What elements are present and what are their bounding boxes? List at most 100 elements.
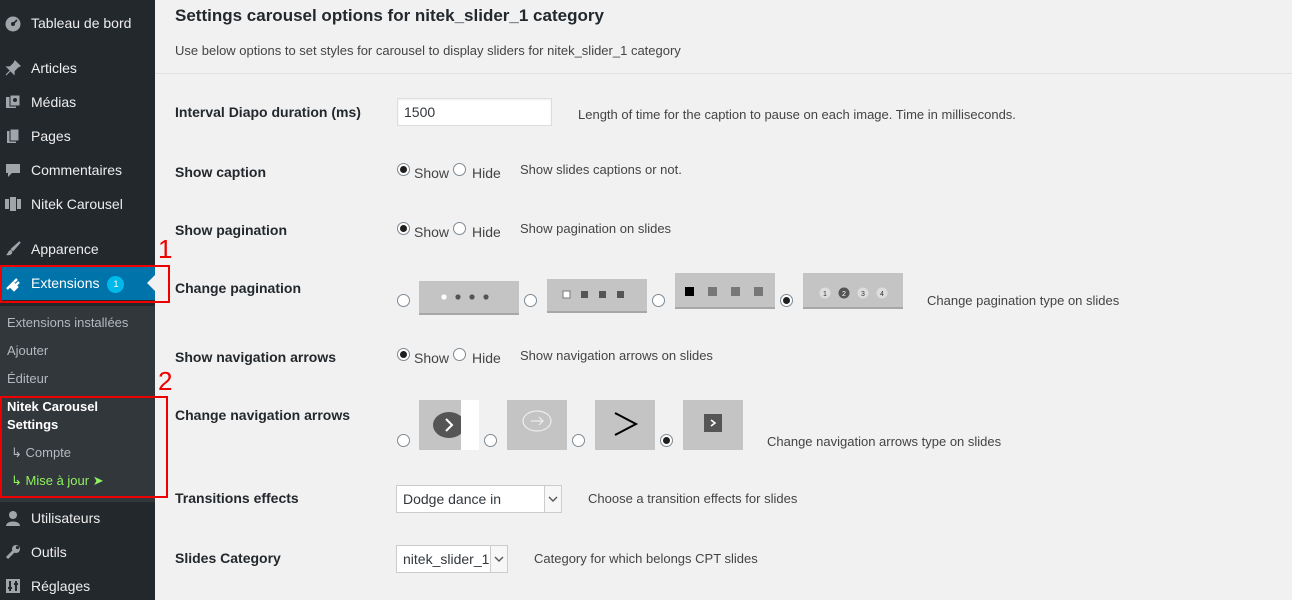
interval-label: Interval Diapo duration (ms) [175, 104, 361, 120]
menu-medias[interactable]: Médias [0, 85, 155, 119]
submenu-extensions-installees[interactable]: Extensions installées [7, 315, 128, 330]
submenu-ajouter[interactable]: Ajouter [7, 343, 48, 358]
menu-pages[interactable]: Pages [0, 119, 155, 153]
divider [155, 73, 1292, 74]
pagination-number-1: 1 [823, 291, 827, 298]
transitions-label: Transitions effects [175, 490, 299, 506]
menu-label: Nitek Carousel [31, 196, 123, 212]
transitions-select[interactable]: Dodge dance in [396, 485, 562, 513]
brush-icon [4, 240, 22, 258]
users-icon [4, 509, 22, 527]
interval-input[interactable]: 1500 [397, 98, 552, 126]
extensions-submenu: Extensions installées Ajouter Éditeur Ni… [0, 306, 155, 502]
pagination-numbers-svg: 1 2 3 4 [819, 287, 888, 299]
menu-commentaires[interactable]: Commentaires [0, 153, 155, 187]
interval-hint: Length of time for the caption to pause … [578, 107, 1016, 122]
pagination-hint: Show pagination on slides [520, 221, 672, 236]
menu-label: Pages [31, 128, 71, 144]
caption-hide-radio[interactable] [453, 163, 466, 176]
pagination-show-label: Show [414, 224, 450, 240]
arrows-style-3-preview[interactable] [595, 400, 655, 450]
transitions-select-value: Dodge dance in [403, 491, 502, 507]
caption-show-label: Show [414, 165, 450, 181]
category-select-value: nitek_slider_1 [403, 551, 490, 567]
arrows-style-4-radio[interactable] [660, 434, 673, 447]
pagination-numbers-preview[interactable]: 1 2 3 4 [803, 273, 903, 309]
pagination-dots-preview[interactable] [419, 281, 519, 315]
media-icon [4, 93, 22, 111]
pagination-style-2-radio[interactable] [524, 294, 537, 307]
transitions-hint: Choose a transition effects for slides [588, 491, 798, 506]
pagination-style-3-radio[interactable] [652, 294, 665, 307]
arrows-style-2-radio[interactable] [484, 434, 497, 447]
admin-sidebar: Tableau de bord Articles Médias Pages Co… [0, 0, 155, 600]
caption-show-radio[interactable] [397, 163, 410, 176]
menu-label: Apparence [31, 241, 99, 257]
caption-label: Show caption [175, 164, 266, 180]
menu-nitek-carousel[interactable]: Nitek Carousel [0, 187, 155, 221]
menu-label: Utilisateurs [31, 510, 101, 526]
menu-extensions-label: Extensions [31, 275, 100, 291]
nav-arrows-hide-label: Hide [472, 350, 501, 366]
arrows-style-3-radio[interactable] [572, 434, 585, 447]
arrows-style-4-preview[interactable] [683, 400, 743, 450]
menu-outils[interactable]: Outils [0, 535, 155, 569]
main-content: Settings carousel options for nitek_slid… [155, 0, 1292, 600]
nav-arrows-show-radio[interactable] [397, 348, 410, 361]
nav-arrows-show-label: Show [414, 350, 450, 366]
menu-label: Outils [31, 544, 67, 560]
carousel-icon [4, 195, 22, 213]
menu-label: Articles [31, 60, 77, 76]
menu-articles[interactable]: Articles [0, 51, 155, 85]
menu-dashboard[interactable]: Tableau de bord [0, 6, 155, 40]
menu-utilisateurs[interactable]: Utilisateurs [0, 501, 155, 535]
pagination-number-3: 3 [861, 291, 865, 298]
nav-arrows-hint: Show navigation arrows on slides [520, 348, 713, 363]
pagination-style-4-radio[interactable] [780, 294, 793, 307]
chevron-down-icon [490, 546, 507, 572]
pagination-hide-radio[interactable] [453, 222, 466, 235]
menu-apparence[interactable]: Apparence [0, 232, 155, 266]
menu-label: Médias [31, 94, 77, 110]
menu-label: Tableau de bord [31, 15, 132, 31]
menu-label: Commentaires [31, 162, 123, 178]
pagination-number-2: 2 [842, 291, 846, 298]
nav-arrows-hide-radio[interactable] [453, 348, 466, 361]
caption-hide-label: Hide [472, 165, 501, 181]
chevron-down-icon [544, 486, 561, 512]
wrench-icon [4, 543, 22, 561]
change-pagination-hint: Change pagination type on slides [927, 293, 1120, 308]
category-hint: Category for which belongs CPT slides [534, 551, 758, 566]
page-description: Use below options to set styles for caro… [175, 43, 681, 58]
pagination-style-1-radio[interactable] [397, 294, 410, 307]
menu-extensions[interactable]: Extensions 1 [0, 266, 155, 300]
arrows-style-1-preview[interactable] [419, 400, 479, 450]
caption-hint: Show slides captions or not. [520, 162, 682, 177]
pagination-show-radio[interactable] [397, 222, 410, 235]
change-pagination-label: Change pagination [175, 280, 301, 296]
submenu-compte[interactable]: ↳ Compte [11, 445, 71, 461]
nav-arrows-label: Show navigation arrows [175, 349, 337, 365]
dashboard-icon [4, 14, 22, 32]
submenu-nitek-carousel-settings[interactable]: Nitek Carousel Settings [7, 398, 147, 434]
pagination-number-4: 4 [880, 291, 884, 298]
change-arrows-label: Change navigation arrows [175, 407, 351, 423]
submenu-editeur[interactable]: Éditeur [7, 371, 48, 386]
pagination-hide-label: Hide [472, 224, 501, 240]
page-title: Settings carousel options for nitek_slid… [175, 6, 604, 25]
arrows-style-2-preview[interactable] [507, 400, 567, 450]
pagination-label: Show pagination [175, 222, 287, 238]
pagination-blocks-preview[interactable] [675, 273, 775, 309]
submenu-mise-a-jour[interactable]: ↳ Mise à jour ➤ [11, 473, 104, 489]
settings-icon [4, 577, 22, 595]
pages-icon [4, 127, 22, 145]
pagination-squares-preview[interactable] [547, 279, 647, 313]
plugin-icon [4, 274, 22, 292]
pin-icon [4, 59, 22, 77]
category-select[interactable]: nitek_slider_1 [396, 545, 508, 573]
change-arrows-hint: Change navigation arrows type on slides [767, 434, 1002, 449]
comment-icon [4, 161, 22, 179]
menu-reglages[interactable]: Réglages [0, 569, 155, 600]
menu-label: Réglages [31, 578, 91, 594]
arrows-style-1-radio[interactable] [397, 434, 410, 447]
